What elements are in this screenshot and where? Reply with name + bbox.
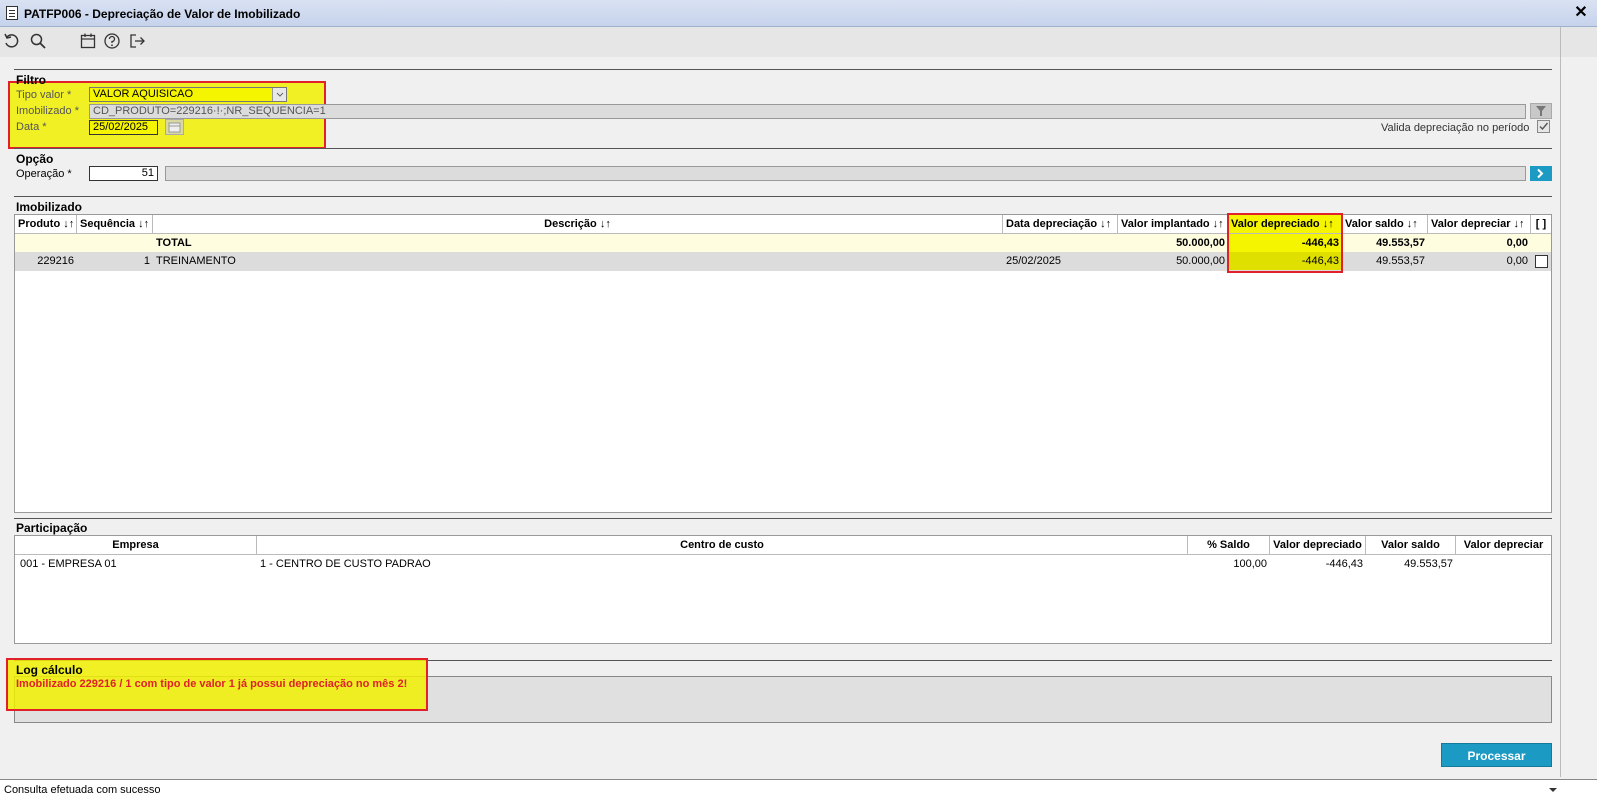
- valida-depreciacao-label: Valida depreciação no período: [1381, 122, 1530, 134]
- header-data-depreciacao[interactable]: Data depreciação ↓↑: [1003, 215, 1118, 234]
- data-label: Data *: [16, 121, 47, 133]
- header-part-valor-depreciar[interactable]: Valor depreciar: [1456, 536, 1551, 555]
- data-value: 25/02/2025: [93, 121, 149, 133]
- cell-produto: 229216: [37, 255, 74, 267]
- imobilizado-divider: [14, 196, 1552, 197]
- opcao-section-title: Opção: [16, 152, 54, 166]
- cell-valor-depreciar: 0,00: [1506, 255, 1528, 267]
- status-message: Consulta efetuada com sucesso: [4, 784, 161, 796]
- cell-part-valor-depreciar: [1456, 555, 1551, 573]
- total-label: TOTAL: [156, 237, 192, 249]
- help-icon[interactable]: [102, 32, 122, 52]
- data-field[interactable]: 25/02/2025: [89, 120, 158, 135]
- valida-depreciacao-checkbox[interactable]: [1537, 120, 1550, 133]
- participacao-table: Empresa Centro de custo % Saldo Valor de…: [14, 535, 1552, 644]
- cell-valor-saldo: 49.553,57: [1376, 255, 1425, 267]
- window-edge: [1560, 27, 1561, 777]
- undo-icon[interactable]: [2, 32, 22, 52]
- header-produto[interactable]: Produto ↓↑: [15, 215, 77, 234]
- cell-descricao: TREINAMENTO: [156, 255, 236, 267]
- imobilizado-table: Produto ↓↑ Sequência ↓↑ Descrição ↓↑ Dat…: [14, 213, 1552, 513]
- header-select-all[interactable]: [ ]: [1531, 215, 1551, 234]
- search-icon[interactable]: [28, 32, 48, 52]
- participacao-section-title: Participação: [16, 521, 88, 535]
- imobilizado-value: CD_PRODUTO=229216·!·;NR_SEQUENCIA=1: [93, 105, 326, 117]
- status-bar: Consulta efetuada com sucesso: [0, 779, 1597, 804]
- header-empresa[interactable]: Empresa: [15, 536, 257, 555]
- filtro-section-title: Filtro: [16, 73, 46, 87]
- header-part-valor-saldo[interactable]: Valor saldo: [1366, 536, 1456, 555]
- row-select-checkbox[interactable]: [1535, 255, 1548, 268]
- log-message: Imobilizado 229216 / 1 com tipo de valor…: [16, 678, 408, 690]
- table-row[interactable]: 001 - EMPRESA 01 1 - CENTRO DE CUSTO PAD…: [15, 555, 1551, 573]
- operacao-field[interactable]: 51: [89, 166, 158, 181]
- cell-sequencia: 1: [143, 255, 150, 267]
- header-centro-custo[interactable]: Centro de custo: [257, 536, 1188, 555]
- cell-centro-custo: 1 - CENTRO DE CUSTO PADRAO: [260, 558, 431, 570]
- toolbar: [0, 27, 1597, 57]
- header-sequencia[interactable]: Sequência ↓↑: [77, 215, 153, 234]
- header-valor-implantado[interactable]: Valor implantado ↓↑: [1118, 215, 1228, 234]
- filtro-divider: [14, 69, 1552, 70]
- tipo-valor-label: Tipo valor *: [16, 89, 72, 101]
- cell-part-valor-depreciado: -446,43: [1325, 558, 1363, 570]
- close-icon[interactable]: ✕: [1572, 4, 1590, 22]
- cell-part-valor-saldo: 49.553,57: [1404, 558, 1453, 570]
- total-valor-depreciar: 0,00: [1506, 237, 1528, 249]
- valor-depreciado-highlight-box: [1227, 213, 1343, 273]
- processar-button[interactable]: Processar: [1441, 743, 1552, 767]
- tipo-valor-value: VALOR AQUISICAO: [93, 88, 194, 100]
- header-pct-saldo[interactable]: % Saldo: [1188, 536, 1270, 555]
- chevron-down-icon[interactable]: [1546, 783, 1560, 797]
- imobilizado-section-title: Imobilizado: [16, 200, 82, 214]
- header-valor-depreciar[interactable]: Valor depreciar ↓↑: [1428, 215, 1531, 234]
- cell-empresa: 001 - EMPRESA 01: [20, 558, 117, 570]
- calendar-picker-icon[interactable]: [165, 119, 184, 135]
- cell-valor-implantado: 50.000,00: [1176, 255, 1225, 267]
- operacao-description-field: [165, 166, 1526, 181]
- header-part-valor-depreciado[interactable]: Valor depreciado: [1270, 536, 1366, 555]
- operacao-label: Operação *: [16, 168, 72, 180]
- tipo-valor-select[interactable]: VALOR AQUISICAO: [89, 87, 287, 102]
- chevron-down-icon[interactable]: [272, 88, 286, 101]
- opcao-divider: [14, 148, 1552, 149]
- calendar-icon[interactable]: [78, 32, 98, 52]
- cell-data-depreciacao: 25/02/2025: [1006, 255, 1062, 267]
- total-valor-implantado: 50.000,00: [1176, 237, 1225, 249]
- header-valor-saldo[interactable]: Valor saldo ↓↑: [1342, 215, 1428, 234]
- total-valor-saldo: 49.553,57: [1376, 237, 1425, 249]
- processar-label: Processar: [1467, 749, 1526, 763]
- filter-icon[interactable]: [1530, 103, 1552, 119]
- app-document-icon: [6, 6, 18, 20]
- exit-icon[interactable]: [127, 32, 147, 52]
- imobilizado-field[interactable]: CD_PRODUTO=229216·!·;NR_SEQUENCIA=1: [89, 104, 1526, 119]
- title-bar: PATFP006 - Depreciação de Valor de Imobi…: [0, 0, 1597, 27]
- operacao-lookup-button[interactable]: [1530, 166, 1552, 181]
- log-section-title: Log cálculo: [16, 663, 83, 677]
- header-descricao[interactable]: Descrição ↓↑: [153, 215, 1003, 234]
- operacao-value: 51: [141, 167, 154, 179]
- cell-pct-saldo: 100,00: [1233, 558, 1267, 570]
- imobilizado-label: Imobilizado *: [16, 105, 79, 117]
- window-title: PATFP006 - Depreciação de Valor de Imobi…: [24, 7, 301, 21]
- participacao-divider: [14, 518, 1552, 519]
